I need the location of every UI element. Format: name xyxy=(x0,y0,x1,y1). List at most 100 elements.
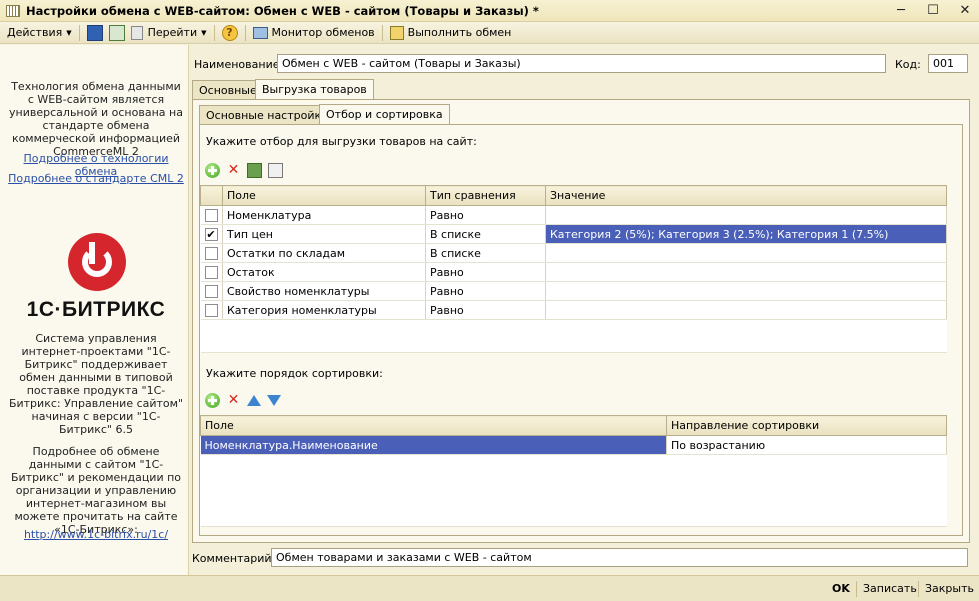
filter-value-cell[interactable] xyxy=(545,300,947,320)
filter-field-cell[interactable]: Категория номенклатуры xyxy=(222,300,426,320)
filter-field-cell[interactable]: Свойство номенклатуры xyxy=(222,281,426,301)
toolbar-separator xyxy=(381,24,383,41)
refresh-icon-button[interactable] xyxy=(106,23,128,43)
filter-check-cell[interactable] xyxy=(200,205,223,225)
window-title: Настройки обмена с WEB-сайтом: Обмен с W… xyxy=(26,3,539,18)
filter-value-cell[interactable] xyxy=(545,281,947,301)
help-icon: ? xyxy=(221,24,238,41)
goto-label: Перейти xyxy=(147,26,198,39)
delete-icon[interactable]: ✕ xyxy=(226,393,241,408)
filter-sort-panel: Укажите отбор для выгрузки товаров на са… xyxy=(199,124,963,536)
checkbox-checked[interactable]: ✔ xyxy=(204,227,218,241)
technology-description: Технология обмена данными с WEB-сайтом я… xyxy=(9,80,183,158)
sort-field-cell[interactable]: Номенклатура.Наименование xyxy=(200,435,667,455)
filter-row[interactable]: Свойство номенклатуры Равно xyxy=(200,281,947,301)
move-up-icon[interactable] xyxy=(247,395,261,406)
bottom-button-bar: OK Записать Закрыть xyxy=(0,575,979,601)
actions-menu[interactable]: Действия ▼ xyxy=(4,23,75,43)
filter-row[interactable]: Категория номенклатуры Равно xyxy=(200,300,947,320)
filter-header-field[interactable]: Поле xyxy=(222,185,426,206)
refresh-icon xyxy=(108,24,125,41)
cml-standard-link[interactable]: Подробнее о стандарте CML 2 xyxy=(8,172,184,185)
filter-check-cell[interactable] xyxy=(200,281,223,301)
filter-cmp-cell[interactable]: Равно xyxy=(425,205,546,225)
bitrix-logo-text: 1С·БИТРИКС xyxy=(26,298,166,321)
maximize-icon[interactable]: ☐ xyxy=(925,3,941,19)
sort-row[interactable]: Номенклатура.Наименование По возрастанию xyxy=(200,435,947,455)
add-icon[interactable] xyxy=(205,163,220,178)
help-button[interactable]: ? xyxy=(219,23,241,43)
filter-value-cell[interactable] xyxy=(545,262,947,282)
close-button[interactable]: Закрыть xyxy=(925,582,974,595)
tab-main[interactable]: Основные xyxy=(192,80,264,99)
button-separator xyxy=(856,581,857,597)
toolbar-separator xyxy=(78,24,80,41)
filter-field-cell[interactable]: Номенклатура xyxy=(222,205,426,225)
filter-row[interactable]: Остаток Равно xyxy=(200,262,947,282)
add-icon[interactable] xyxy=(205,393,220,408)
filter-check-cell[interactable] xyxy=(200,243,223,263)
filter-cmp-cell[interactable]: В списке xyxy=(425,224,546,244)
checkbox[interactable] xyxy=(204,265,218,279)
name-input[interactable]: Обмен с WEB - сайтом (Товары и Заказы) xyxy=(277,54,886,73)
filter-field-cell[interactable]: Остаток xyxy=(222,262,426,282)
bitrix-logo-icon xyxy=(68,233,126,291)
checkbox[interactable] xyxy=(204,284,218,298)
main-toolbar: Действия ▼ Перейти ▼ ? Монитор обменов В… xyxy=(0,22,979,44)
filter-cmp-cell[interactable]: Равно xyxy=(425,281,546,301)
minimize-icon[interactable]: ─ xyxy=(893,3,909,19)
filter-cmp-cell[interactable]: В списке xyxy=(425,243,546,263)
filter-toolbar: ✕ xyxy=(205,163,283,178)
filter-value-cell[interactable]: Категория 2 (5%); Категория 3 (2.5%); Ка… xyxy=(545,224,947,244)
checkbox[interactable] xyxy=(204,303,218,317)
tab-filter-sort[interactable]: Отбор и сортировка xyxy=(319,104,450,124)
ok-button[interactable]: OK xyxy=(832,582,850,595)
filter-cmp-cell[interactable]: Равно xyxy=(425,300,546,320)
bitrix-url-link[interactable]: http://www.1c-bitrix.ru/1c/ xyxy=(8,528,184,541)
save-icon-button[interactable] xyxy=(84,23,106,43)
filter-cmp-cell[interactable]: Равно xyxy=(425,262,546,282)
filter-check-cell[interactable] xyxy=(200,300,223,320)
sort-toolbar: ✕ xyxy=(205,393,281,408)
save-button[interactable]: Записать xyxy=(863,582,917,595)
check-all-icon[interactable] xyxy=(247,163,262,178)
copy-icon[interactable] xyxy=(268,163,283,178)
toolbar-separator xyxy=(213,24,215,41)
filter-header-check xyxy=(200,185,223,206)
filter-check-cell[interactable] xyxy=(200,262,223,282)
code-input[interactable]: 001 xyxy=(928,54,968,73)
sort-header-dir[interactable]: Направление сортировки xyxy=(666,415,947,436)
delete-icon[interactable]: ✕ xyxy=(226,163,241,178)
tab-export-goods[interactable]: Выгрузка товаров xyxy=(255,79,374,99)
filter-empty-space xyxy=(200,319,947,353)
toolbar-separator xyxy=(244,24,246,41)
filter-header-cmp[interactable]: Тип сравнения xyxy=(425,185,546,206)
sort-header-field[interactable]: Поле xyxy=(200,415,667,436)
checkbox[interactable] xyxy=(204,208,218,222)
filter-field-cell[interactable]: Остатки по складам xyxy=(222,243,426,263)
run-exchange-button[interactable]: Выполнить обмен xyxy=(387,23,515,43)
filter-value-cell[interactable] xyxy=(545,205,947,225)
exchange-monitor-label: Монитор обменов xyxy=(271,26,375,39)
filter-value-cell[interactable] xyxy=(545,243,947,263)
move-down-icon[interactable] xyxy=(267,395,281,406)
main-form: Наименование: Обмен с WEB - сайтом (Това… xyxy=(190,45,979,575)
close-icon[interactable]: ✕ xyxy=(957,3,973,19)
title-bar: Настройки обмена с WEB-сайтом: Обмен с W… xyxy=(0,0,979,22)
filter-field-cell[interactable]: Тип цен xyxy=(222,224,426,244)
export-tab-panel: Основные настройки Отбор и сортировка Ук… xyxy=(192,99,970,543)
filter-row[interactable]: ✔ Тип цен В списке Категория 2 (5%); Кат… xyxy=(200,224,947,244)
goto-menu[interactable]: Перейти ▼ xyxy=(128,23,210,43)
checkbox[interactable] xyxy=(204,246,218,260)
filter-check-cell[interactable]: ✔ xyxy=(200,224,223,244)
comment-input[interactable]: Обмен товарами и заказами с WEB - сайтом xyxy=(271,548,968,567)
actions-label: Действия xyxy=(7,26,63,39)
tab-basic-settings[interactable]: Основные настройки xyxy=(199,105,336,124)
sort-empty-space xyxy=(200,454,947,527)
filter-row[interactable]: Остатки по складам В списке xyxy=(200,243,947,263)
exchange-monitor-button[interactable]: Монитор обменов xyxy=(250,23,378,43)
code-label: Код: xyxy=(895,58,921,71)
filter-row[interactable]: Номенклатура Равно xyxy=(200,205,947,225)
sort-dir-cell[interactable]: По возрастанию xyxy=(666,435,947,455)
filter-header-value[interactable]: Значение xyxy=(545,185,947,206)
